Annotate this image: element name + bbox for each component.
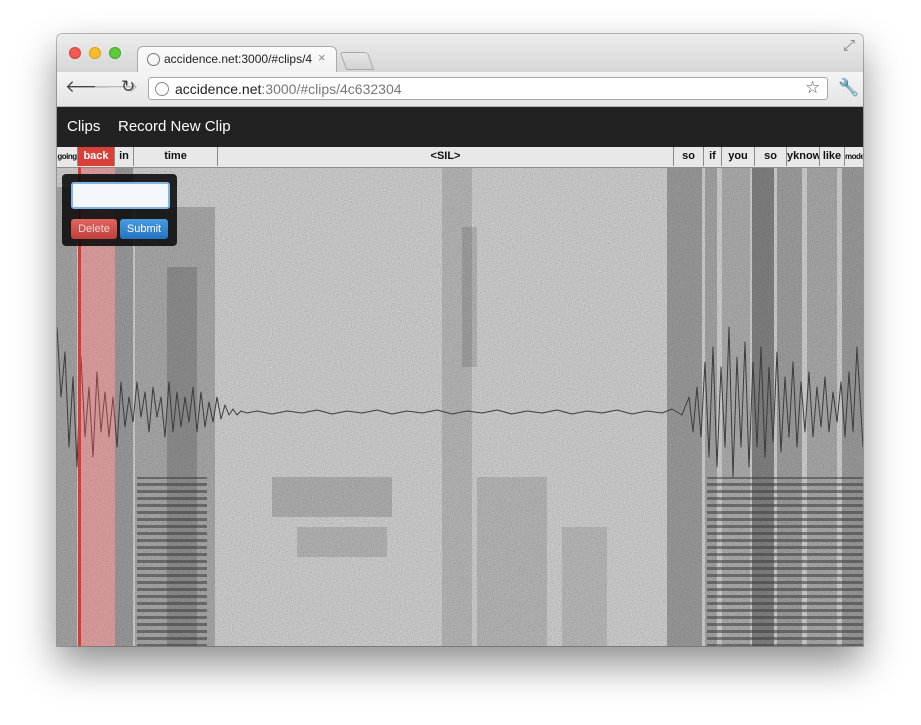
bookmark-star-icon[interactable]: ☆ (805, 78, 820, 98)
title-bar: accidence.net:3000/#clips/4 × ⤢ (57, 34, 863, 72)
url-text[interactable]: accidence.net:3000/#clips/4c632304 (175, 81, 402, 97)
word-segment[interactable]: so (755, 147, 787, 166)
address-bar[interactable]: accidence.net:3000/#clips/4c632304 ☆ (148, 77, 828, 100)
new-tab-button[interactable] (339, 52, 375, 70)
word-segment[interactable]: modern (845, 147, 863, 166)
spectrogram-image (57, 147, 863, 646)
word-segment[interactable]: so (674, 147, 704, 166)
word-segment[interactable]: time (134, 147, 218, 166)
url-rest: :3000/#clips/4c632304 (261, 81, 402, 97)
record-new-clip-link[interactable]: Record New Clip (118, 118, 231, 135)
tab-title: accidence.net:3000/#clips/4 (164, 52, 312, 66)
globe-icon (155, 82, 169, 96)
fullscreen-icon[interactable]: ⤢ (843, 37, 855, 54)
window-close-button[interactable] (69, 47, 81, 59)
word-segment[interactable]: going (57, 147, 78, 166)
word-segment[interactable]: <SIL> (218, 147, 674, 166)
word-segment[interactable]: you (722, 147, 755, 166)
word-text-input[interactable] (71, 182, 170, 209)
word-segment[interactable]: in (115, 147, 134, 166)
word-segment-selected[interactable]: back (78, 147, 115, 166)
word-segment[interactable]: if (704, 147, 722, 166)
reload-icon[interactable]: ↻ (121, 77, 135, 97)
browser-window: accidence.net:3000/#clips/4 × ⤢ 🡐 🡒 ↻ ac… (57, 34, 863, 646)
word-segment[interactable]: like (820, 147, 845, 166)
globe-icon (147, 53, 160, 66)
browser-tab[interactable]: accidence.net:3000/#clips/4 × (137, 46, 337, 72)
wrench-icon[interactable]: 🔧 (838, 78, 859, 98)
url-host: accidence.net (175, 81, 262, 97)
window-zoom-button[interactable] (109, 47, 121, 59)
app-navbar: Clips Record New Clip (57, 107, 863, 147)
word-timeline: going back in time <SIL> so if you so yk… (57, 147, 863, 168)
word-edit-popover: Delete Submit (62, 174, 177, 246)
browser-toolbar: 🡐 🡒 ↻ accidence.net:3000/#clips/4c632304… (57, 72, 863, 107)
word-segment[interactable]: yknow (787, 147, 820, 166)
tab-close-icon[interactable]: × (318, 50, 326, 65)
window-minimize-button[interactable] (89, 47, 101, 59)
spectrogram-view[interactable]: going back in time <SIL> so if you so yk… (57, 147, 863, 646)
brand-link[interactable]: Clips (67, 118, 100, 135)
delete-button[interactable]: Delete (71, 219, 117, 239)
submit-button[interactable]: Submit (120, 219, 168, 239)
